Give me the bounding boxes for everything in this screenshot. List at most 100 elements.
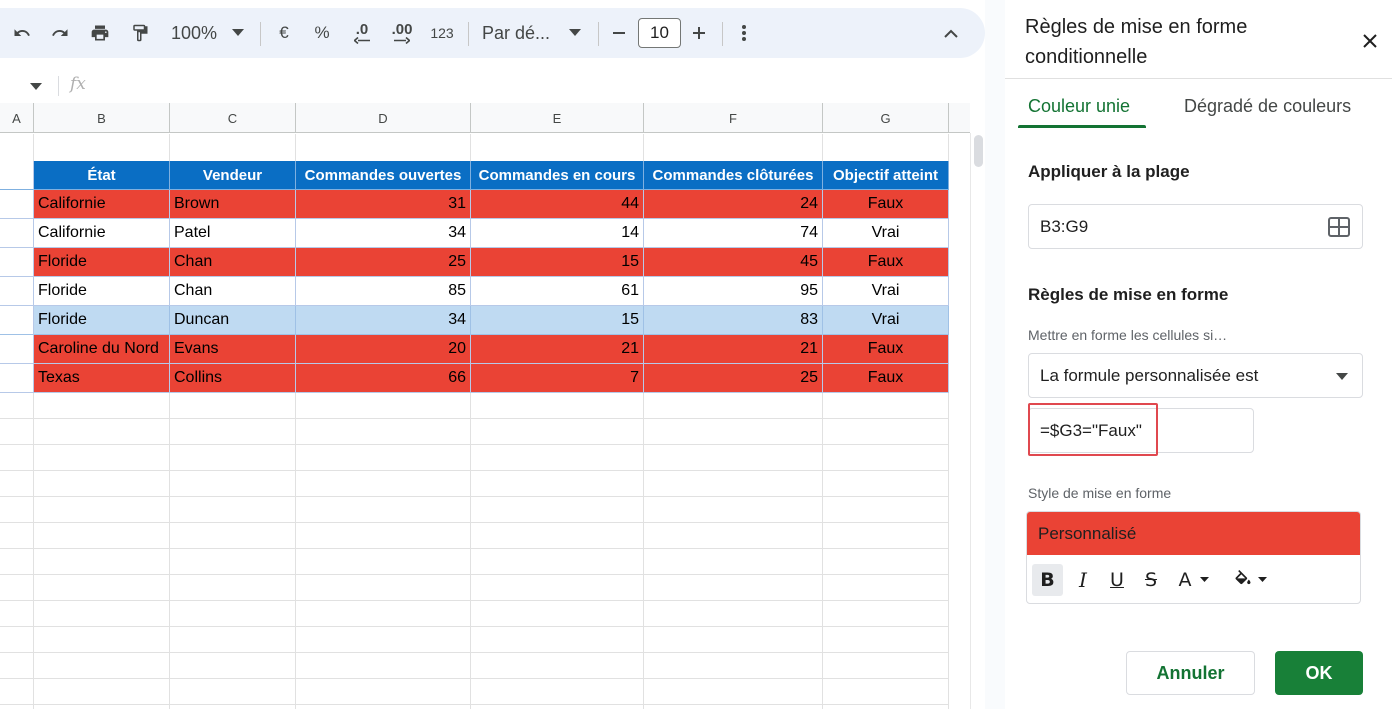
cell[interactable] [644, 549, 823, 575]
underline-button[interactable]: U [1103, 564, 1131, 596]
cell[interactable] [471, 523, 644, 549]
cell-seller[interactable]: Collins [170, 364, 296, 393]
header-cell[interactable]: Commandes ouvertes [296, 161, 471, 190]
cell[interactable] [644, 705, 823, 709]
cell[interactable] [0, 161, 34, 190]
cell[interactable] [170, 549, 296, 575]
cell[interactable] [644, 419, 823, 445]
cell-closed-orders[interactable]: 25 [644, 364, 823, 393]
cell[interactable] [644, 471, 823, 497]
vertical-scrollbar[interactable] [970, 133, 985, 709]
tab-solid-color[interactable]: Couleur unie [1028, 96, 1130, 117]
cell[interactable] [0, 277, 34, 306]
text-color-button[interactable]: A [1171, 564, 1199, 596]
cell-target-met[interactable]: Vrai [823, 277, 949, 306]
condition-select[interactable]: La formule personnalisée est [1028, 353, 1363, 398]
column-header-d[interactable]: D [296, 103, 471, 133]
cell-orders-in-progress[interactable]: 61 [471, 277, 644, 306]
cell[interactable] [0, 190, 34, 219]
fill-color-dropdown-icon[interactable] [1255, 564, 1269, 596]
cell[interactable] [34, 471, 170, 497]
cell-open-orders[interactable]: 34 [296, 306, 471, 335]
cell[interactable] [170, 705, 296, 709]
cell[interactable] [296, 575, 471, 601]
column-header-f[interactable]: F [644, 103, 823, 133]
cell[interactable] [0, 679, 34, 705]
cell[interactable] [471, 549, 644, 575]
cell[interactable] [644, 134, 823, 163]
bold-button[interactable]: B [1032, 564, 1063, 596]
tab-color-scale[interactable]: Dégradé de couleurs [1184, 96, 1351, 117]
cell-state[interactable]: Floride [34, 248, 170, 277]
cell[interactable] [296, 393, 471, 419]
cell-orders-in-progress[interactable]: 7 [471, 364, 644, 393]
strikethrough-button[interactable]: S [1137, 564, 1165, 596]
cell[interactable] [296, 471, 471, 497]
font-dropdown-icon[interactable] [565, 8, 585, 58]
cell[interactable] [0, 248, 34, 277]
cell[interactable] [0, 497, 34, 523]
cell-target-met[interactable]: Vrai [823, 219, 949, 248]
cell[interactable] [170, 445, 296, 471]
cell[interactable] [0, 471, 34, 497]
cell-target-met[interactable]: Faux [823, 248, 949, 277]
cell[interactable] [644, 497, 823, 523]
cell[interactable] [823, 601, 949, 627]
cell[interactable] [823, 523, 949, 549]
number-format-button[interactable]: 123 [426, 8, 458, 58]
cell-open-orders[interactable]: 66 [296, 364, 471, 393]
cell[interactable] [0, 306, 34, 335]
font-family-select[interactable]: Par dé... [482, 8, 558, 58]
cell-seller[interactable]: Chan [170, 248, 296, 277]
cell[interactable] [471, 497, 644, 523]
cell[interactable] [0, 627, 34, 653]
redo-icon[interactable] [46, 8, 74, 58]
cell-closed-orders[interactable]: 95 [644, 277, 823, 306]
undo-icon[interactable] [8, 8, 36, 58]
cell-closed-orders[interactable]: 45 [644, 248, 823, 277]
cell[interactable] [34, 497, 170, 523]
header-cell[interactable]: Vendeur [170, 161, 296, 190]
cell[interactable] [0, 523, 34, 549]
ok-button[interactable]: OK [1275, 651, 1363, 695]
increase-font-size-icon[interactable] [688, 8, 710, 58]
cell[interactable] [170, 679, 296, 705]
cell[interactable] [471, 601, 644, 627]
cell[interactable] [170, 627, 296, 653]
cell[interactable] [170, 471, 296, 497]
cell[interactable] [34, 549, 170, 575]
cell[interactable] [823, 549, 949, 575]
cell[interactable] [0, 335, 34, 364]
cell[interactable] [296, 497, 471, 523]
cell[interactable] [34, 445, 170, 471]
cell[interactable] [296, 653, 471, 679]
cell-target-met[interactable]: Faux [823, 190, 949, 219]
header-cell[interactable]: Commandes clôturées [644, 161, 823, 190]
increase-decimals-button[interactable]: .00 [386, 8, 418, 58]
cell[interactable] [0, 419, 34, 445]
cell[interactable] [170, 653, 296, 679]
cell-seller[interactable]: Duncan [170, 306, 296, 335]
cell-orders-in-progress[interactable]: 14 [471, 219, 644, 248]
cell-open-orders[interactable]: 34 [296, 219, 471, 248]
scrollbar-thumb[interactable] [974, 135, 983, 167]
cell[interactable] [0, 219, 34, 248]
cell-state[interactable]: Texas [34, 364, 170, 393]
cell[interactable] [823, 419, 949, 445]
cell[interactable] [823, 705, 949, 709]
cell[interactable] [644, 653, 823, 679]
cell[interactable] [34, 393, 170, 419]
cell-state[interactable]: Californie [34, 219, 170, 248]
cell[interactable] [170, 419, 296, 445]
cell[interactable] [644, 627, 823, 653]
cell[interactable] [471, 575, 644, 601]
zoom-select[interactable]: 100% [166, 8, 222, 58]
font-size-input[interactable]: 10 [638, 18, 681, 48]
collapse-toolbar-icon[interactable] [938, 8, 964, 58]
cell[interactable] [170, 523, 296, 549]
italic-button[interactable]: I [1069, 564, 1097, 596]
cell-target-met[interactable]: Faux [823, 364, 949, 393]
cell-open-orders[interactable]: 85 [296, 277, 471, 306]
cell[interactable] [296, 549, 471, 575]
text-color-dropdown-icon[interactable] [1197, 564, 1211, 596]
